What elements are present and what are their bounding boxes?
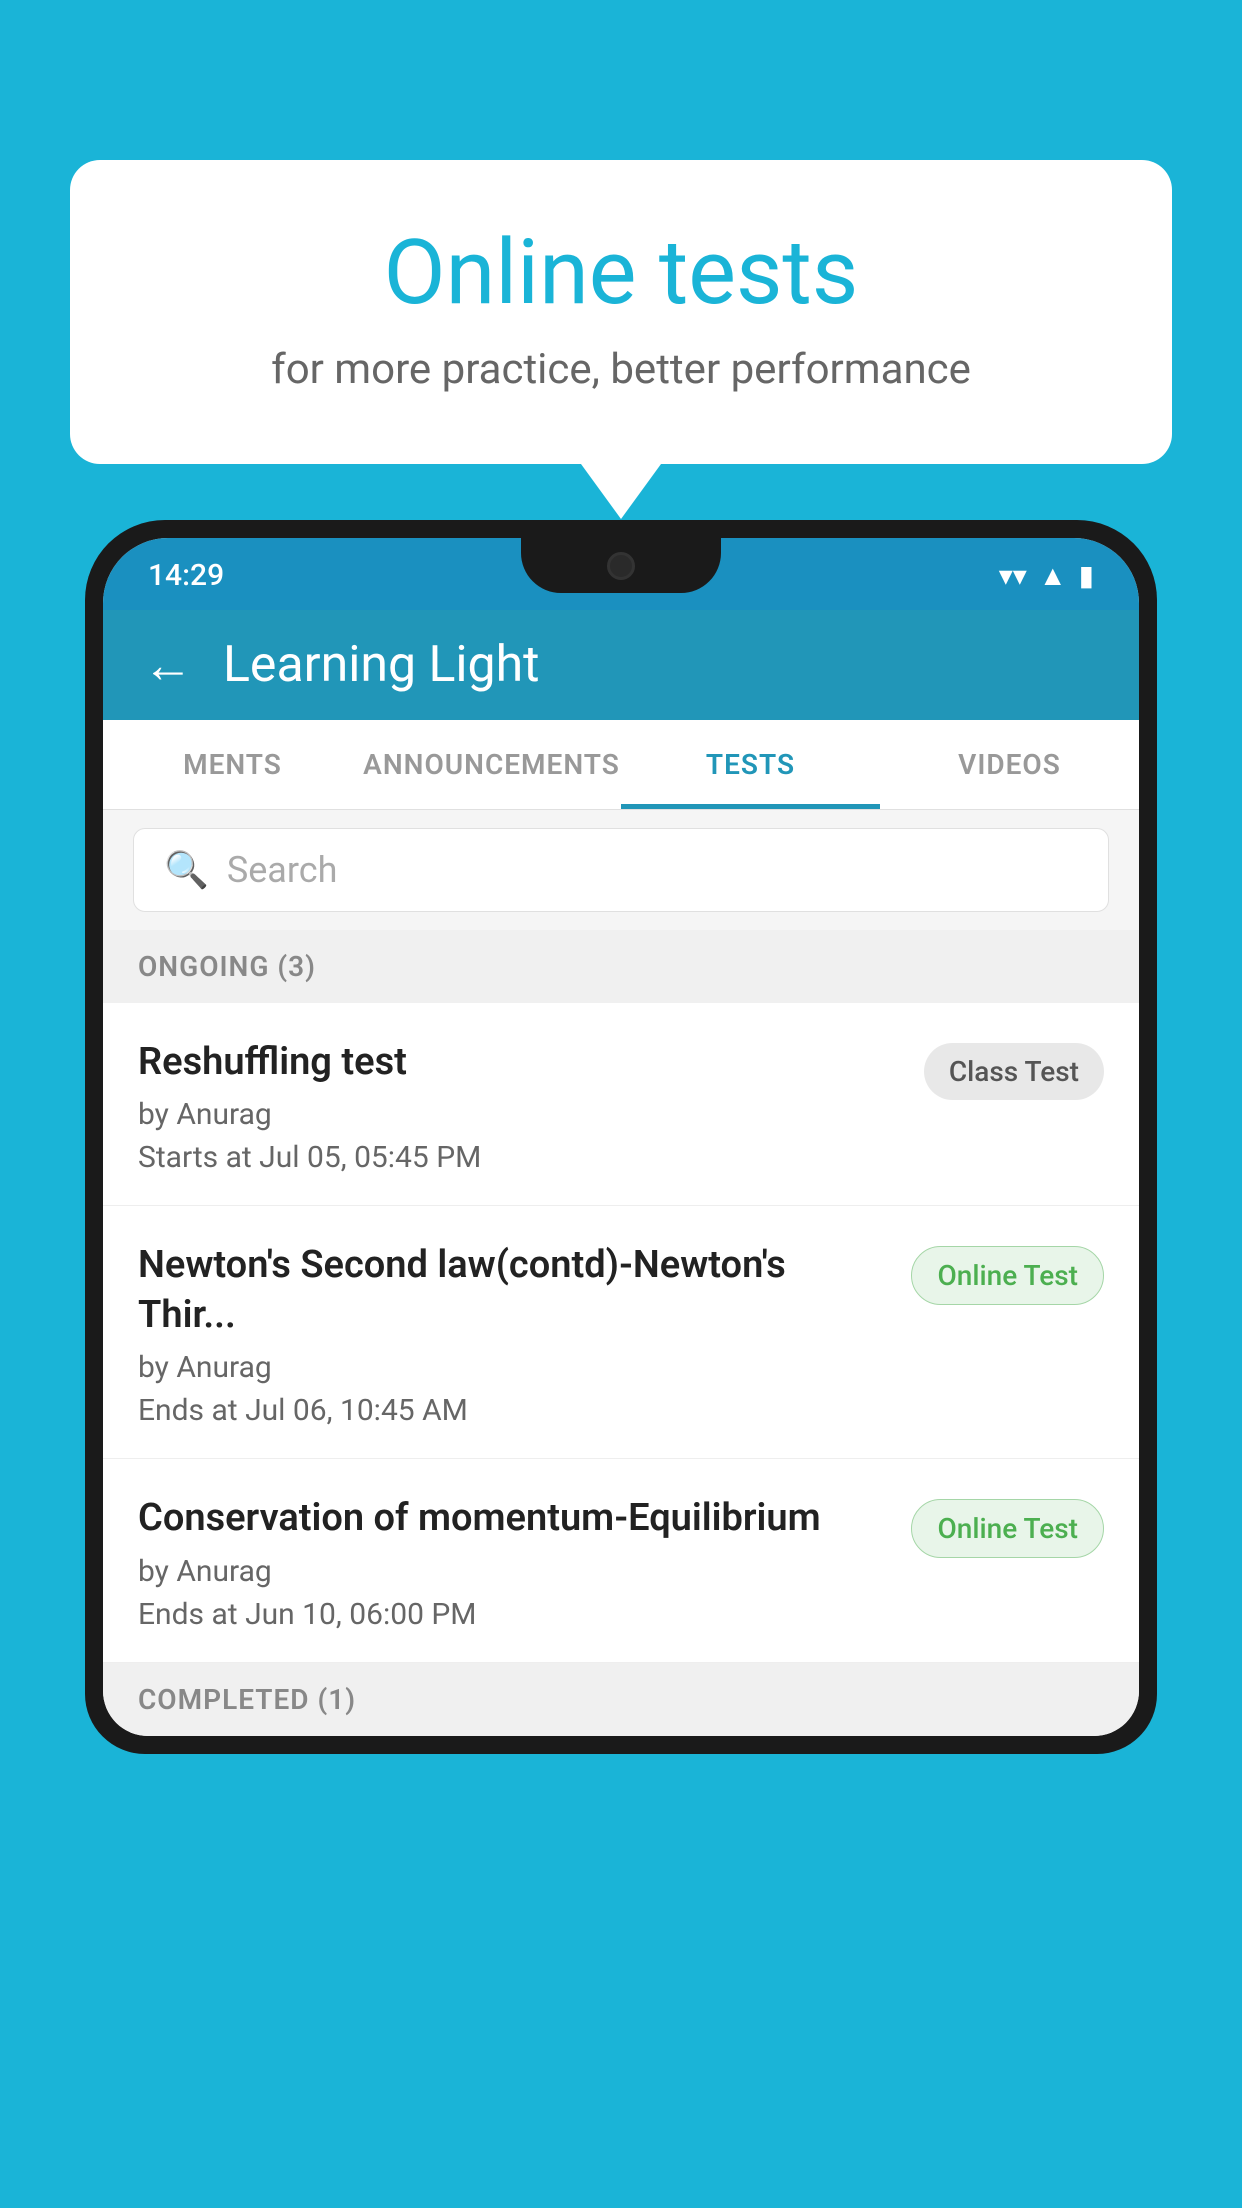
test-time: Ends at Jul 06, 10:45 AM bbox=[138, 1393, 891, 1428]
completed-section-label: COMPLETED (1) bbox=[103, 1663, 1139, 1736]
tab-tests[interactable]: TESTS bbox=[621, 720, 880, 809]
test-author: by Anurag bbox=[138, 1350, 891, 1385]
signal-icon: ▲ bbox=[1039, 559, 1067, 592]
test-info: Newton's Second law(contd)-Newton's Thir… bbox=[138, 1241, 891, 1428]
tab-announcements[interactable]: ANNOUNCEMENTS bbox=[362, 720, 621, 809]
test-badge-online: Online Test bbox=[911, 1246, 1104, 1305]
test-time: Starts at Jul 05, 05:45 PM bbox=[138, 1140, 904, 1175]
test-name: Conservation of momentum-Equilibrium bbox=[138, 1494, 891, 1543]
tab-videos[interactable]: VIDEOS bbox=[880, 720, 1139, 809]
phone-screen: 14:29 ▾▾ ▲ ▮ ← Learning Light MENTS ANNO… bbox=[103, 538, 1139, 1736]
test-item[interactable]: Newton's Second law(contd)-Newton's Thir… bbox=[103, 1206, 1139, 1459]
test-list: Reshuffling test by Anurag Starts at Jul… bbox=[103, 1003, 1139, 1663]
phone-outer: 14:29 ▾▾ ▲ ▮ ← Learning Light MENTS ANNO… bbox=[85, 520, 1157, 1754]
wifi-icon: ▾▾ bbox=[999, 559, 1027, 592]
camera-icon bbox=[607, 552, 635, 580]
test-author: by Anurag bbox=[138, 1554, 891, 1589]
search-bar[interactable]: 🔍 Search bbox=[133, 828, 1109, 912]
speech-bubble: Online tests for more practice, better p… bbox=[70, 160, 1172, 464]
test-name: Reshuffling test bbox=[138, 1038, 904, 1087]
test-item[interactable]: Conservation of momentum-Equilibrium by … bbox=[103, 1459, 1139, 1662]
test-info: Reshuffling test by Anurag Starts at Jul… bbox=[138, 1038, 904, 1175]
app-header: ← Learning Light bbox=[103, 610, 1139, 720]
bubble-subtitle: for more practice, better performance bbox=[120, 345, 1122, 394]
tab-ments[interactable]: MENTS bbox=[103, 720, 362, 809]
app-header-title: Learning Light bbox=[223, 636, 540, 694]
back-button[interactable]: ← bbox=[143, 636, 193, 695]
phone-frame: 14:29 ▾▾ ▲ ▮ ← Learning Light MENTS ANNO… bbox=[85, 520, 1157, 2208]
tabs-bar: MENTS ANNOUNCEMENTS TESTS VIDEOS bbox=[103, 720, 1139, 810]
test-badge-class: Class Test bbox=[924, 1043, 1104, 1100]
test-item[interactable]: Reshuffling test by Anurag Starts at Jul… bbox=[103, 1003, 1139, 1206]
test-name: Newton's Second law(contd)-Newton's Thir… bbox=[138, 1241, 891, 1340]
test-info: Conservation of momentum-Equilibrium by … bbox=[138, 1494, 891, 1631]
status-icons: ▾▾ ▲ ▮ bbox=[999, 559, 1094, 592]
bubble-title: Online tests bbox=[120, 220, 1122, 325]
search-input[interactable]: Search bbox=[227, 849, 338, 891]
ongoing-section-label: ONGOING (3) bbox=[103, 930, 1139, 1003]
battery-icon: ▮ bbox=[1079, 559, 1094, 592]
status-time: 14:29 bbox=[148, 558, 224, 593]
test-badge-online: Online Test bbox=[911, 1499, 1104, 1558]
phone-notch bbox=[521, 538, 721, 593]
test-author: by Anurag bbox=[138, 1097, 904, 1132]
search-container: 🔍 Search bbox=[103, 810, 1139, 930]
test-time: Ends at Jun 10, 06:00 PM bbox=[138, 1597, 891, 1632]
search-icon: 🔍 bbox=[164, 849, 209, 891]
